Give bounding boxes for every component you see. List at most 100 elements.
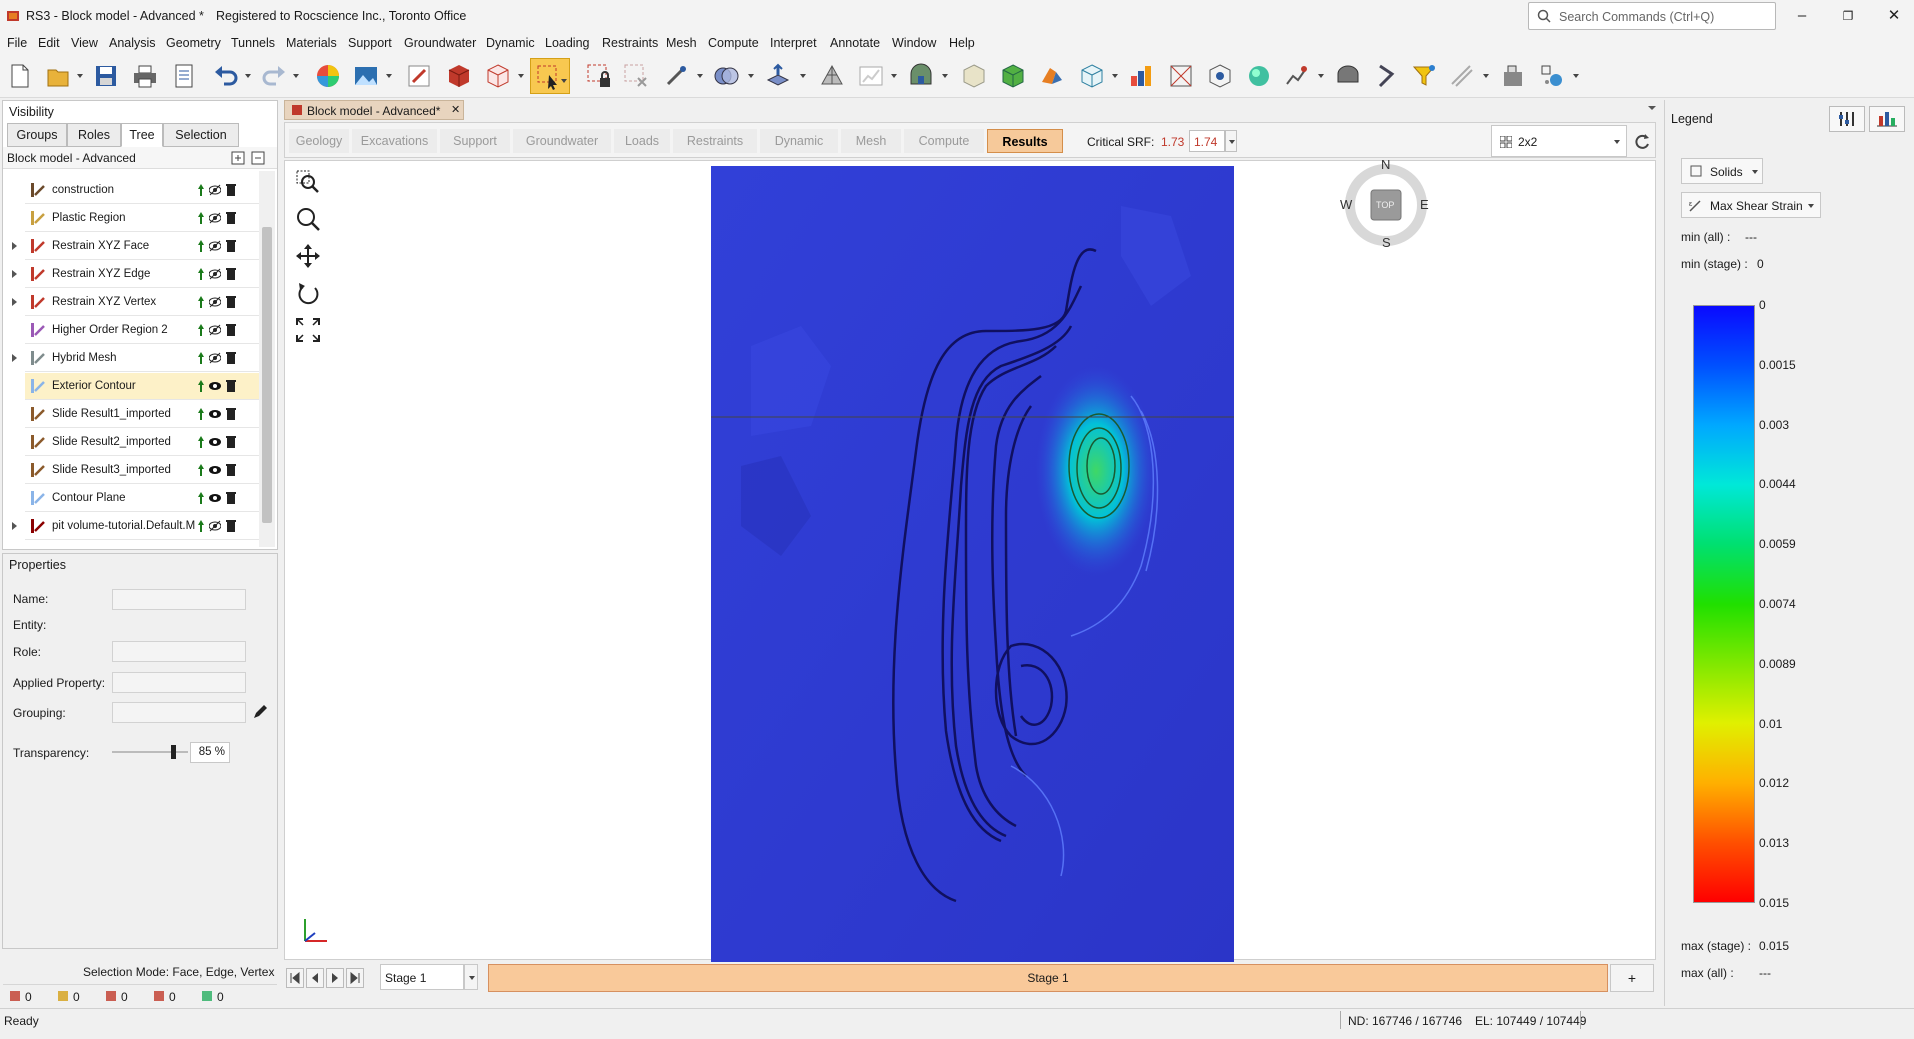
menu-mesh[interactable]: Mesh: [666, 36, 697, 50]
applied-property-select[interactable]: [112, 672, 246, 693]
expand-arrow-icon[interactable]: [12, 354, 20, 362]
pin-icon[interactable]: [195, 463, 207, 477]
edit-geometry-icon[interactable]: [405, 62, 433, 90]
minimize-button[interactable]: –: [1789, 6, 1815, 26]
pin-icon[interactable]: [195, 295, 207, 309]
visibility-eye-icon[interactable]: [209, 351, 221, 365]
extrude-icon[interactable]: [764, 62, 792, 90]
collapse-all-icon[interactable]: [251, 151, 265, 165]
last-stage-icon[interactable]: [346, 968, 364, 988]
compass-east[interactable]: E: [1420, 197, 1429, 212]
compass-west[interactable]: W: [1340, 197, 1352, 212]
color-wheel-icon[interactable]: [314, 62, 342, 90]
stage-tab-current[interactable]: Stage 1: [488, 964, 1608, 992]
pin-icon[interactable]: [195, 267, 207, 281]
menu-geometry[interactable]: Geometry: [166, 36, 221, 50]
support-bolt-icon[interactable]: [1372, 62, 1400, 90]
pin-icon[interactable]: [195, 239, 207, 253]
step-mesh[interactable]: Mesh: [841, 129, 901, 153]
expand-arrow-icon[interactable]: [12, 298, 20, 306]
visibility-eye-icon[interactable]: [209, 295, 221, 309]
solid-cube-icon[interactable]: [445, 62, 473, 90]
close-button[interactable]: ✕: [1881, 6, 1907, 26]
deselect-icon[interactable]: [622, 62, 650, 90]
step-geology[interactable]: Geology: [289, 129, 349, 153]
tree-item[interactable]: Slide Result3_imported: [25, 457, 259, 484]
tab-tree[interactable]: Tree: [121, 123, 163, 147]
restore-button[interactable]: ❐: [1835, 6, 1861, 26]
box-icon[interactable]: [960, 62, 988, 90]
visibility-eye-icon[interactable]: [209, 435, 221, 449]
view-compass[interactable]: N S E W TOP: [1340, 157, 1432, 251]
tree-item[interactable]: Hybrid Mesh: [12, 345, 259, 372]
undo-icon[interactable]: [212, 62, 240, 90]
contours-icon[interactable]: [1128, 62, 1156, 90]
expand-arrow-icon[interactable]: [12, 242, 20, 250]
pin-icon[interactable]: [195, 211, 207, 225]
tab-roles[interactable]: Roles: [67, 123, 121, 147]
delete-trash-icon[interactable]: [225, 519, 237, 533]
green-box-icon[interactable]: [999, 62, 1027, 90]
menu-materials[interactable]: Materials: [286, 36, 337, 50]
tree-item[interactable]: Higher Order Region 2: [25, 317, 259, 344]
visibility-eye-icon[interactable]: [209, 519, 221, 533]
transparency-value[interactable]: 85 %: [190, 742, 230, 763]
menu-file[interactable]: File: [7, 36, 27, 50]
menu-interpret[interactable]: Interpret: [770, 36, 817, 50]
document-tab-close[interactable]: ✕: [451, 103, 460, 116]
pick-icon[interactable]: [662, 62, 690, 90]
name-field[interactable]: [112, 589, 246, 610]
delete-trash-icon[interactable]: [225, 435, 237, 449]
menu-analysis[interactable]: Analysis: [109, 36, 156, 50]
model-viewport[interactable]: N S E W TOP: [284, 157, 1656, 963]
menu-dynamic[interactable]: Dynamic: [486, 36, 535, 50]
menu-loading[interactable]: Loading: [545, 36, 590, 50]
pin-icon[interactable]: [195, 379, 207, 393]
scrollbar-thumb[interactable]: [262, 227, 272, 523]
previous-stage-icon[interactable]: [306, 968, 324, 988]
menu-view[interactable]: View: [71, 36, 98, 50]
delete-trash-icon[interactable]: [225, 295, 237, 309]
tree-item[interactable]: construction: [25, 177, 259, 204]
filter-icon[interactable]: [1410, 62, 1438, 90]
select-tool-button[interactable]: [530, 58, 570, 94]
save-icon[interactable]: [92, 62, 120, 90]
document-tab[interactable]: Block model - Advanced* ✕: [284, 100, 464, 120]
refresh-icon[interactable]: [1633, 132, 1651, 150]
tree-item[interactable]: Slide Result2_imported: [25, 429, 259, 456]
step-excavations[interactable]: Excavations: [352, 129, 437, 153]
delete-trash-icon[interactable]: [225, 407, 237, 421]
tree-item[interactable]: Restrain XYZ Face: [12, 233, 259, 260]
expand-arrow-icon[interactable]: [12, 270, 20, 278]
settings-grid-icon[interactable]: [1538, 62, 1566, 90]
menu-window[interactable]: Window: [892, 36, 936, 50]
excavation-icon[interactable]: [1334, 62, 1362, 90]
compass-north[interactable]: N: [1381, 157, 1390, 172]
menu-restraints[interactable]: Restraints: [602, 36, 658, 50]
delete-trash-icon[interactable]: [225, 323, 237, 337]
menu-help[interactable]: Help: [949, 36, 975, 50]
pin-icon[interactable]: [195, 351, 207, 365]
wireframe-cube-icon[interactable]: [484, 62, 512, 90]
visibility-eye-icon[interactable]: [209, 491, 221, 505]
first-stage-icon[interactable]: [286, 968, 304, 988]
background-image-icon[interactable]: [352, 62, 380, 90]
mesh-quality-icon[interactable]: [1167, 62, 1195, 90]
delete-trash-icon[interactable]: [225, 379, 237, 393]
tunnel-icon[interactable]: [907, 62, 935, 90]
layout-select[interactable]: 2x2: [1491, 125, 1627, 157]
delete-trash-icon[interactable]: [225, 267, 237, 281]
visibility-eye-icon[interactable]: [209, 407, 221, 421]
visibility-eye-icon[interactable]: [209, 379, 221, 393]
visibility-eye-icon[interactable]: [209, 211, 221, 225]
tab-groups[interactable]: Groups: [7, 123, 67, 147]
pin-icon[interactable]: [195, 435, 207, 449]
joint-icon[interactable]: [1448, 62, 1476, 90]
multi-material-icon[interactable]: [1038, 62, 1066, 90]
pin-icon[interactable]: [195, 519, 207, 533]
delete-trash-icon[interactable]: [225, 351, 237, 365]
menu-compute[interactable]: Compute: [708, 36, 759, 50]
step-restraints[interactable]: Restraints: [673, 129, 757, 153]
role-select[interactable]: [112, 641, 246, 662]
pit-model-render[interactable]: [711, 166, 1234, 963]
